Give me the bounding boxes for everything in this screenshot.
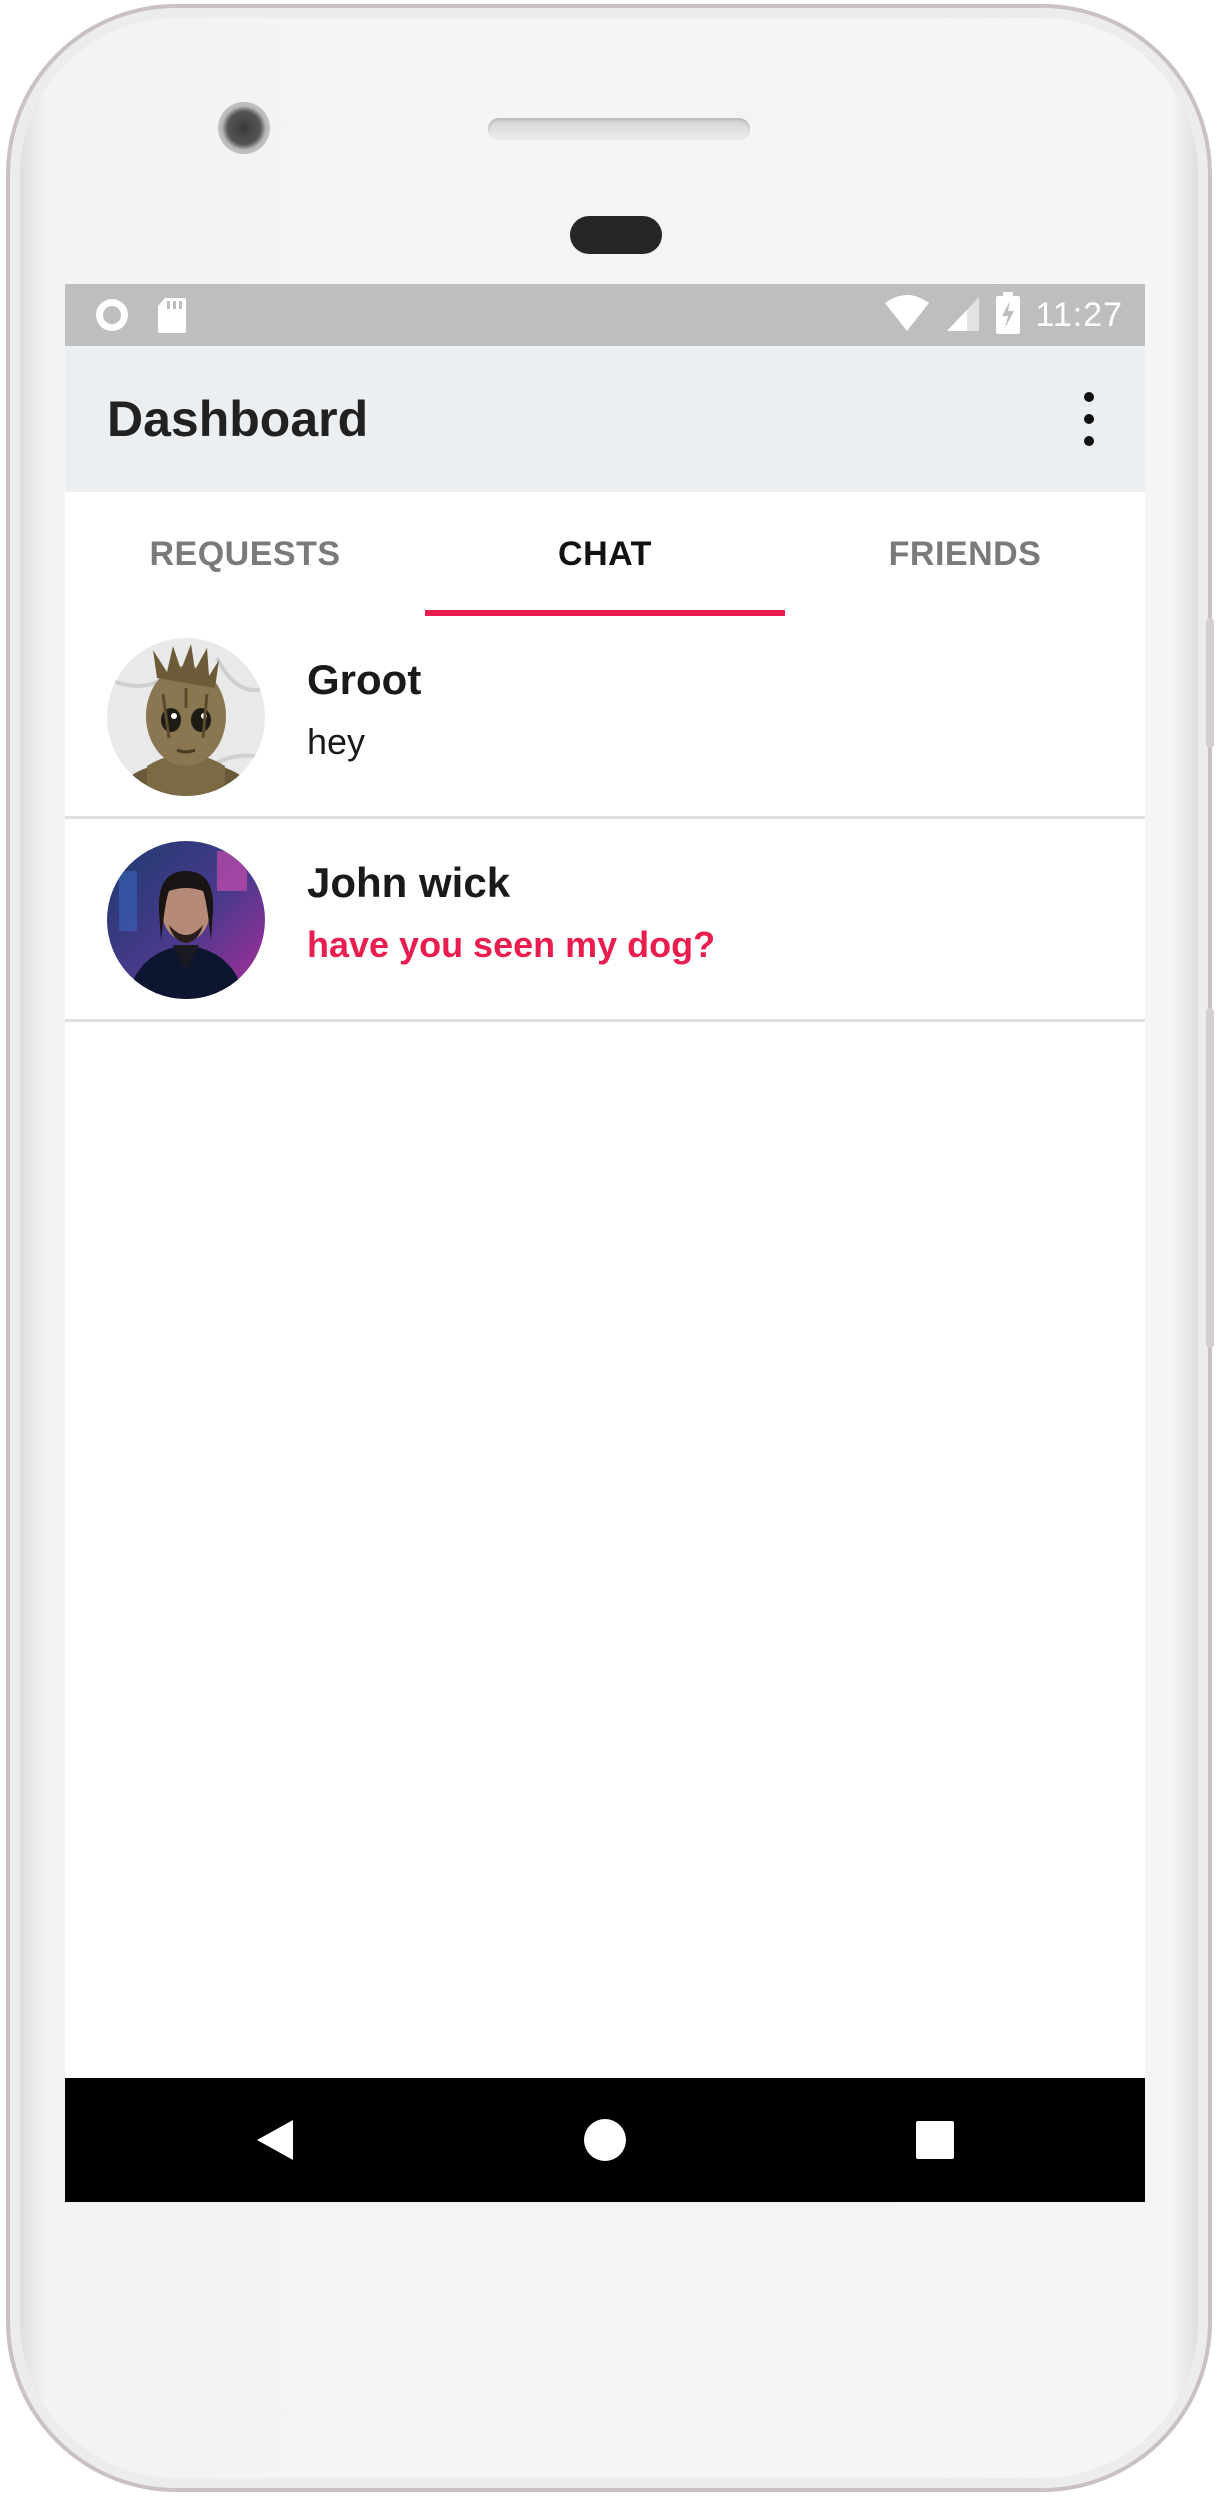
navigation-bar <box>65 2078 1145 2202</box>
last-message: have you seen my dog? <box>307 924 716 965</box>
recents-icon[interactable] <box>905 2110 965 2170</box>
tab-bar: REQUESTS CHAT FRIENDS <box>65 492 1145 616</box>
contact-name: Groot <box>307 656 422 703</box>
power-button <box>1206 618 1214 748</box>
status-time: 11:27 <box>1035 296 1123 334</box>
proximity-sensor <box>570 216 662 254</box>
last-message: hey <box>307 721 366 762</box>
earpiece-speaker <box>488 118 750 140</box>
sd-card-icon <box>157 296 187 339</box>
tab-friends[interactable]: FRIENDS <box>785 492 1145 616</box>
home-icon[interactable] <box>575 2110 635 2170</box>
tab-chat[interactable]: CHAT <box>425 492 785 616</box>
groot-avatar <box>107 638 265 796</box>
front-camera <box>218 102 270 154</box>
tab-label: FRIENDS <box>888 534 1042 573</box>
chat-list-item[interactable]: John wick have you seen my dog? <box>65 819 1145 1022</box>
status-bar: 11:27 <box>65 284 1145 346</box>
phone-screen: 11:27 Dashboard REQUESTS CHAT FRIENDS Gr… <box>65 284 1145 2202</box>
volume-button <box>1206 1008 1214 1348</box>
overflow-menu-icon[interactable] <box>1069 392 1109 446</box>
contact-name: John wick <box>307 859 511 906</box>
john-wick-avatar <box>107 841 265 999</box>
signal-icon <box>945 293 981 338</box>
tab-label: REQUESTS <box>149 534 341 573</box>
back-icon[interactable] <box>245 2110 305 2170</box>
chat-list: Groot hey John wick have you seen my dog… <box>65 616 1145 1022</box>
wifi-icon <box>883 293 931 338</box>
tab-label: CHAT <box>558 534 652 573</box>
page-title: Dashboard <box>107 391 369 447</box>
battery-charging-icon <box>995 292 1021 339</box>
app-bar: Dashboard <box>65 346 1145 492</box>
tab-requests[interactable]: REQUESTS <box>65 492 425 616</box>
chat-list-item[interactable]: Groot hey <box>65 616 1145 819</box>
circle-notification-icon <box>93 296 131 339</box>
